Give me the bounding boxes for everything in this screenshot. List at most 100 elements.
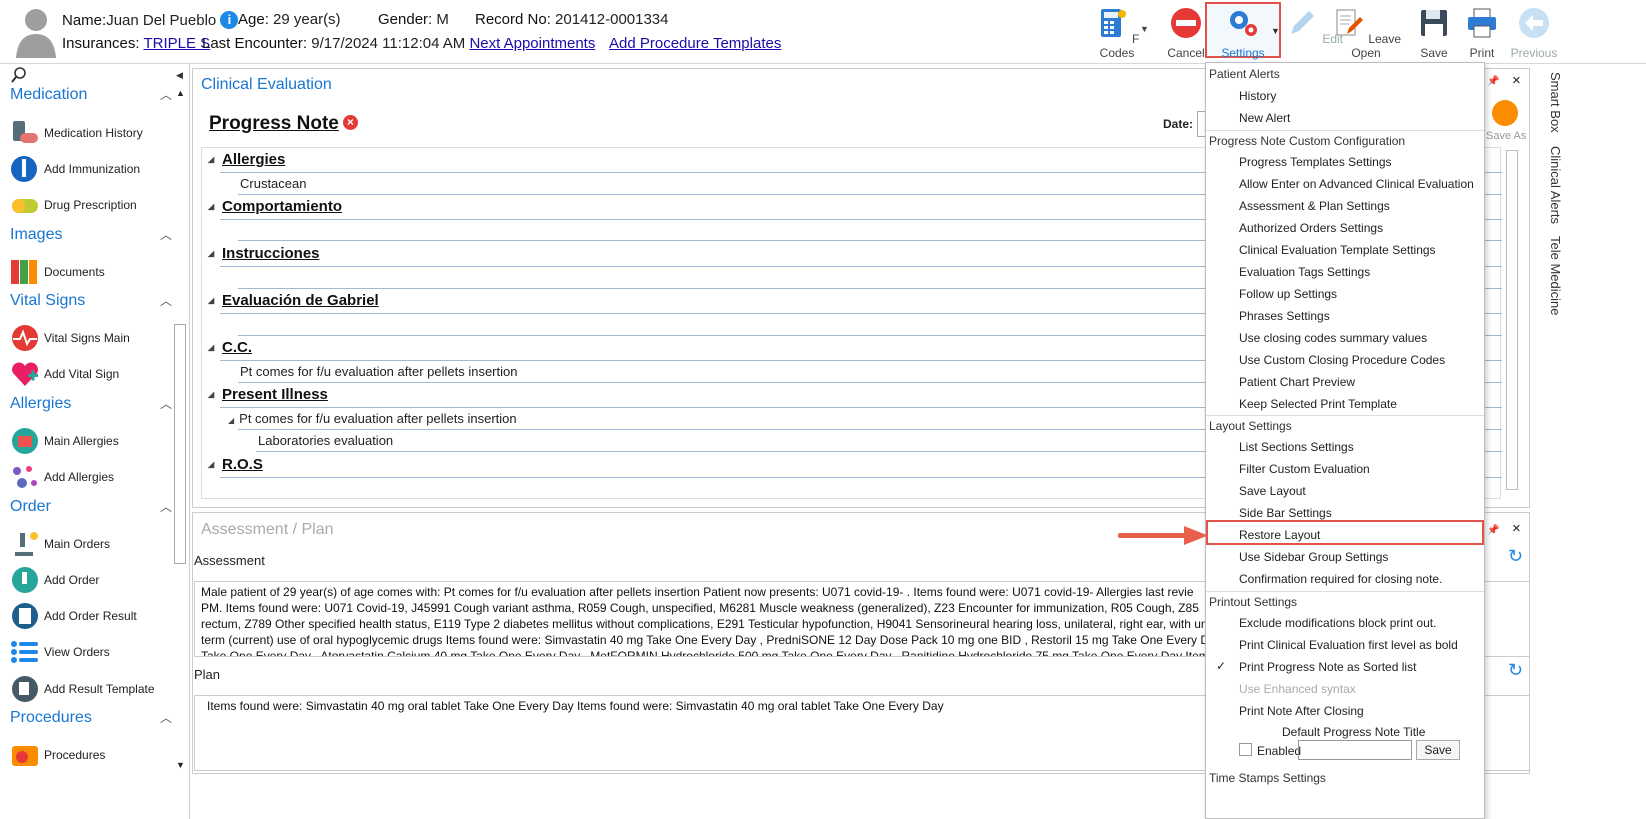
menu-item-print-after-closing[interactable]: Print Note After Closing <box>1239 704 1364 718</box>
document-pencil-icon <box>1336 9 1363 36</box>
default-title-save-button[interactable]: Save <box>1416 740 1460 760</box>
next-appointments-link[interactable]: Next Appointments <box>469 35 595 52</box>
menu-item-progress-templates[interactable]: Progress Templates Settings <box>1239 155 1392 169</box>
search-icon[interactable] <box>10 66 28 84</box>
collapse-sidebar-icon[interactable]: ◀ <box>176 70 183 81</box>
item-label: Add Vital Sign <box>44 367 120 381</box>
close-icon[interactable]: × <box>1512 520 1521 537</box>
menu-item-follow-up[interactable]: Follow up Settings <box>1239 287 1337 301</box>
menu-item-authorized-orders[interactable]: Authorized Orders Settings <box>1239 221 1383 235</box>
item-label: Vital Signs Main <box>44 331 130 345</box>
menu-item-assessment-plan[interactable]: Assessment & Plan Settings <box>1239 199 1390 213</box>
age-label: Age: <box>238 11 269 28</box>
smart-box-tab[interactable]: Smart Box <box>1548 72 1563 133</box>
menu-item-allow-enter[interactable]: Allow Enter on Advanced Clinical Evaluat… <box>1239 177 1474 191</box>
group-label: Procedures <box>10 709 92 726</box>
menu-item-phrases[interactable]: Phrases Settings <box>1239 309 1330 323</box>
enabled-checkbox[interactable] <box>1239 743 1252 756</box>
sidebar-item-drug-prescription[interactable]: Drug Prescription <box>10 189 137 221</box>
section-ros[interactable]: R.O.S <box>208 456 263 473</box>
chevron-up-icon[interactable]: ︿ <box>160 395 172 412</box>
chevron-down-icon[interactable]: ▼ <box>1140 24 1149 34</box>
add-procedure-templates-link[interactable]: Add Procedure Templates <box>609 35 781 52</box>
sidebar-group-allergies[interactable]: Allergies ︿ <box>10 395 172 413</box>
sidebar-item-add-vital-sign[interactable]: Add Vital Sign <box>10 358 119 390</box>
menu-item-history[interactable]: History <box>1239 89 1276 103</box>
fcodes-button[interactable]: F Codes ▼ <box>1082 4 1152 60</box>
leave-open-button[interactable]: Leave Open <box>1330 4 1402 60</box>
sidebar-group-procedures[interactable]: Procedures ︿ <box>10 709 172 727</box>
sidebar-item-main-orders[interactable]: Main Orders <box>10 528 110 560</box>
menu-item-keep-print-template[interactable]: Keep Selected Print Template <box>1239 397 1397 411</box>
menu-item-sidebar-group[interactable]: Use Sidebar Group Settings <box>1239 550 1388 564</box>
refresh-icon[interactable]: ↻ <box>1508 546 1523 567</box>
settings-button[interactable]: Settings ▼ <box>1205 2 1281 60</box>
sidebar-item-documents[interactable]: Documents <box>10 256 105 288</box>
calculator-icon <box>1100 9 1126 37</box>
sidebar-group-vital-signs[interactable]: Vital Signs ︿ <box>10 292 172 310</box>
save-as-label[interactable]: Save As <box>1486 130 1526 142</box>
chevron-up-icon[interactable]: ︿ <box>160 292 172 309</box>
remove-icon[interactable]: × <box>342 115 358 130</box>
menu-item-confirmation-closing[interactable]: Confirmation required for closing note. <box>1239 572 1442 586</box>
sidebar-item-add-order-result[interactable]: Add Order Result <box>10 600 137 632</box>
pill-icon <box>12 199 38 213</box>
sidebar-group-images[interactable]: Images ︿ <box>10 226 172 244</box>
sidebar-group-order[interactable]: Order ︿ <box>10 498 172 516</box>
last-encounter-value: 9/17/2024 11:12:04 AM <box>311 35 466 52</box>
section-allergies[interactable]: Allergies <box>208 151 285 168</box>
pin-icon[interactable]: 📌 <box>1487 76 1499 87</box>
menu-item-side-bar-settings[interactable]: Side Bar Settings <box>1239 506 1332 520</box>
print-button[interactable]: Print <box>1452 4 1512 60</box>
menu-item-evaluation-tags[interactable]: Evaluation Tags Settings <box>1239 265 1370 279</box>
menu-item-list-sections[interactable]: List Sections Settings <box>1239 440 1354 454</box>
info-icon[interactable]: i <box>220 11 239 29</box>
previous-button[interactable]: Previous <box>1504 4 1564 60</box>
sidebar-item-procedures[interactable]: Procedures <box>10 739 105 771</box>
refresh-icon[interactable]: ↻ <box>1508 660 1523 681</box>
scroll-up-icon[interactable]: ▲ <box>176 88 185 98</box>
menu-item-print-sorted-list[interactable]: Print Progress Note as Sorted list <box>1239 660 1416 674</box>
sidebar-group-medication[interactable]: Medication ︿ <box>10 86 172 104</box>
chevron-up-icon[interactable]: ︿ <box>160 498 172 515</box>
sidebar-item-vital-signs-main[interactable]: Vital Signs Main <box>10 322 130 354</box>
menu-item-closing-codes-summary[interactable]: Use closing codes summary values <box>1239 331 1427 345</box>
item-label: Add Order <box>44 573 100 587</box>
section-evaluacion[interactable]: Evaluación de Gabriel <box>208 292 379 309</box>
chevron-up-icon[interactable]: ︿ <box>160 226 172 243</box>
sidebar-item-add-result-template[interactable]: Add Result Template <box>10 673 155 705</box>
sidebar-item-add-order[interactable]: Add Order <box>10 564 99 596</box>
menu-item-new-alert[interactable]: New Alert <box>1239 111 1290 125</box>
default-title-input[interactable] <box>1298 740 1412 760</box>
menu-item-patient-chart-preview[interactable]: Patient Chart Preview <box>1239 375 1355 389</box>
menu-item-custom-closing-codes[interactable]: Use Custom Closing Procedure Codes <box>1239 353 1445 367</box>
pin-icon[interactable]: 📌 <box>1487 525 1499 536</box>
tele-medicine-tab[interactable]: Tele Medicine <box>1548 236 1563 316</box>
chevron-down-icon[interactable]: ▼ <box>1271 26 1280 36</box>
insurance-link[interactable]: TRIPLE S <box>143 35 210 52</box>
sidebar-item-add-immunization[interactable]: Add Immunization <box>10 153 140 185</box>
section-instrucciones[interactable]: Instrucciones <box>208 245 319 262</box>
sidebar-item-add-allergies[interactable]: Add Allergies <box>10 461 114 493</box>
tree-scrollbar[interactable] <box>1506 150 1518 490</box>
chevron-up-icon[interactable]: ︿ <box>160 86 172 103</box>
menu-item-print-first-level-bold[interactable]: Print Clinical Evaluation first level as… <box>1239 638 1458 652</box>
section-comportamiento[interactable]: Comportamiento <box>208 198 342 215</box>
sidebar-item-medication-history[interactable]: Medication History <box>10 117 143 149</box>
chevron-up-icon[interactable]: ︿ <box>160 709 172 726</box>
close-icon[interactable]: × <box>1512 72 1521 89</box>
section-cc[interactable]: C.C. <box>208 339 252 356</box>
scroll-down-icon[interactable]: ▼ <box>176 760 185 770</box>
menu-item-exclude-modifications[interactable]: Exclude modifications block print out. <box>1239 616 1436 630</box>
sidebar-item-view-orders[interactable]: View Orders <box>10 636 110 668</box>
sidebar-item-main-allergies[interactable]: Main Allergies <box>10 425 119 457</box>
save-as-icon[interactable] <box>1492 100 1518 126</box>
menu-item-clinical-evaluation-template[interactable]: Clinical Evaluation Template Settings <box>1239 243 1436 257</box>
menu-item-filter-custom-evaluation[interactable]: Filter Custom Evaluation <box>1239 462 1370 476</box>
sidebar-scrollbar[interactable] <box>174 324 186 564</box>
clinical-alerts-tab[interactable]: Clinical Alerts <box>1548 146 1563 224</box>
section-present-illness[interactable]: Present Illness <box>208 386 328 403</box>
expand-icon[interactable]: ◢ <box>228 416 234 425</box>
item-label: Procedures <box>44 748 106 762</box>
menu-item-save-layout[interactable]: Save Layout <box>1239 484 1306 498</box>
